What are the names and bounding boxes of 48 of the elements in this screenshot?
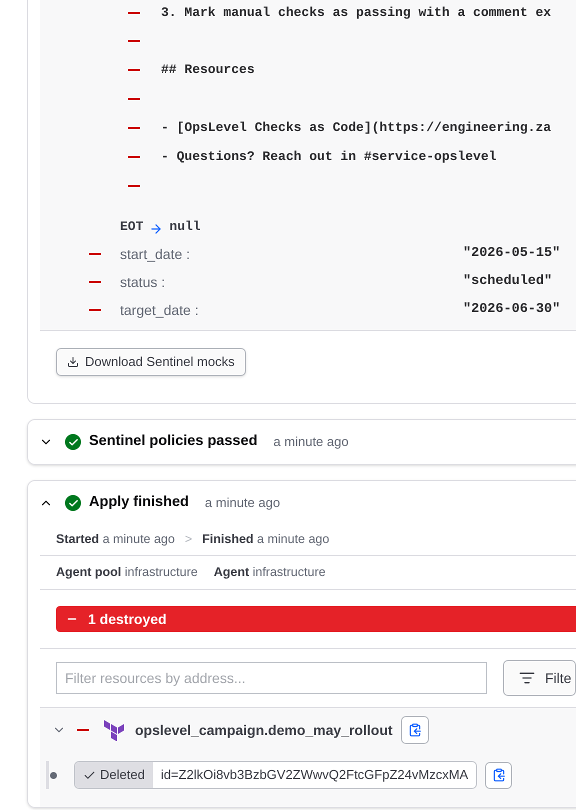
attribute-key: target_date : [120,300,463,320]
resource-address: opslevel_campaign.demo_may_rollout [135,720,393,740]
attribute-value: "scheduled" [463,272,552,291]
filter-field[interactable]: Filter resources by address... [56,662,487,694]
code-line: - Questions? Reach out in #service-opslevel [161,148,496,166]
attribute-key: status : [120,272,463,292]
stage-title: Sentinel policies passed [89,432,258,452]
code-line: ## Resources [161,60,255,79]
minus-icon [77,729,89,731]
agent-text: Agent infrastructure [214,564,326,582]
heredoc-label: EOT [120,218,144,236]
attribute-value: "2026-06-30" [463,300,560,319]
filter-icon [519,670,535,686]
started-text: Started a minute ago [56,530,175,548]
code-line: - [OpsLevel Checks as Code](https://engineering.za [161,118,552,137]
stage-title: Apply finished [89,493,189,512]
minus-icon [89,309,101,311]
minus-icon [89,281,101,283]
filter-button[interactable]: Filte [503,660,576,696]
minus-icon [89,253,101,255]
download-icon [67,356,79,368]
copy-icon [408,723,422,737]
state-badge: Deleted [75,762,153,788]
minus-icon [128,12,140,14]
logo-icon [104,720,124,740]
copy-button[interactable] [400,716,429,744]
check-icon [83,768,96,782]
new-value: null [169,218,201,236]
copy-icon [492,768,506,782]
minus-icon [128,126,140,128]
stage-time: a minute ago [204,494,280,512]
bullet-icon [50,772,57,778]
download-button[interactable]: Download Sentinel mocks [56,348,246,376]
separator: > [184,530,192,548]
minus-icon [128,68,140,70]
attribute-key: start_date : [120,244,463,264]
minus-icon [128,156,140,158]
resource-id: id=Z2lkOi8vb3BzbGV2ZWwvQ2FtcGFpZ24vMzcxMA [160,766,470,784]
attribute-value: "2026-05-15" [463,244,560,263]
finished-text: Finished a minute ago [202,530,330,548]
stage-time: a minute ago [273,433,349,452]
code-line: 3. Mark manual checks as passing with a comment ex [161,4,552,22]
summary-text: 1 destroyed [88,610,167,629]
agent-pool-text: Agent pool infrastructure [56,564,198,582]
copy-button[interactable] [485,762,512,788]
minus-icon [128,98,140,100]
minus-icon [128,40,140,42]
minus-icon [128,184,140,186]
